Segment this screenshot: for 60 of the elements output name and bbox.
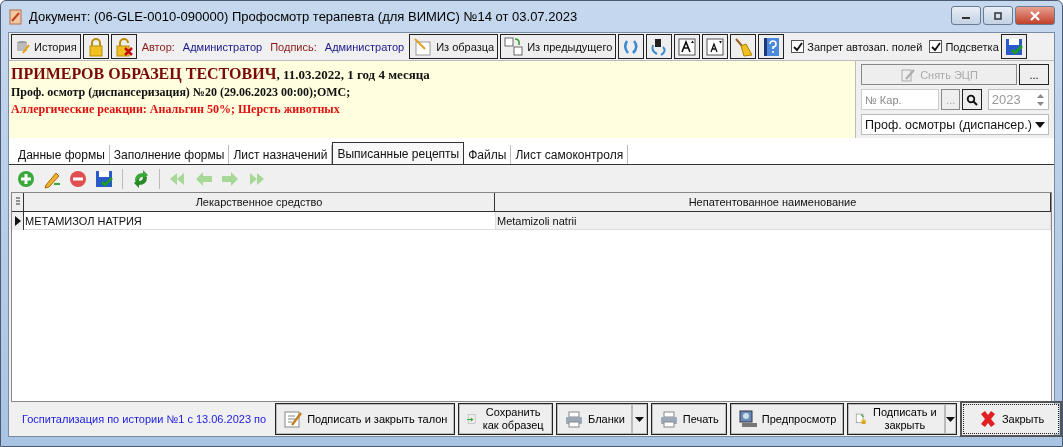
more-button[interactable]: ... [1019, 64, 1049, 85]
allergy-info: Аллергические реакции: Анальгин 50%; Шерсть животных [11, 102, 341, 117]
document-pen-icon [283, 409, 304, 429]
save-icon[interactable] [1000, 34, 1027, 59]
printer-icon [564, 409, 585, 429]
visit-type-dropdown[interactable]: Проф. осмотры (диспансер.) [861, 114, 1049, 135]
signature-pen-icon [900, 66, 917, 83]
visit-info: Проф. осмотр (диспансеризация) №20 (29.06.2023 00:00);ОМС; [11, 85, 352, 100]
from-template-button[interactable]: Из образца [409, 34, 499, 59]
split-button[interactable]: Бланки [557, 404, 632, 434]
font-increase-icon[interactable] [674, 34, 701, 59]
signature-value: Администратор [324, 40, 405, 53]
checkbox[interactable]: Запрет автозап. полей [791, 40, 923, 53]
spin-arrows-icon [1036, 91, 1045, 108]
from-previous-button[interactable]: Из предыдущего [500, 34, 617, 59]
column-header[interactable]: Лекарственное средство [24, 193, 495, 211]
window-title: Документ: (06-GLE-0010-090000) Профосмотр терапевта (для ВИМИС) №14 от 03.07.2023 [29, 9, 578, 24]
action-button[interactable]: Сохранить как образец [459, 404, 553, 434]
column-header[interactable]: Непатентованное наименование [495, 193, 1051, 211]
author-label: Автор: [141, 40, 175, 53]
printer-icon [658, 409, 679, 429]
action-button[interactable]: Предпросмотр [730, 404, 844, 434]
search-icon [966, 93, 979, 106]
dropdown-arrow-icon [634, 416, 644, 422]
monitor-icon [737, 409, 758, 429]
maximize-icon [992, 11, 1004, 20]
split-button[interactable]: Подписать и закрыть [848, 404, 945, 434]
row-indicator[interactable] [12, 212, 24, 230]
card-number-field[interactable]: № Кар. [861, 89, 939, 110]
patient-name: ПРИМЕРОВ ОБРАЗЕЦ ТЕСТОВИЧ [11, 65, 277, 82]
dropdown-arrow-icon [945, 416, 955, 422]
unlock-icon[interactable] [110, 34, 137, 59]
font-decrease-icon[interactable] [702, 34, 729, 59]
notepad-pen-icon [413, 36, 434, 57]
checkbox[interactable]: Подсветка [929, 40, 999, 53]
action-button[interactable]: Подписать и закрыть талон [276, 404, 455, 434]
close-icon [1029, 10, 1041, 21]
broom-icon[interactable] [730, 34, 757, 59]
maximize-button[interactable] [983, 6, 1013, 25]
dropdown-arrow-icon [1035, 121, 1045, 128]
patient-details: , 11.03.2022, 1 год 4 месяца [276, 67, 430, 82]
lock-icon[interactable] [82, 34, 109, 59]
table-cell: МЕТАМИЗОЛ НАТРИЯ [24, 212, 496, 230]
history-button[interactable]: История [11, 34, 81, 59]
table-cell: Metamizoli natrii [496, 212, 1051, 230]
checkmark-icon [792, 41, 803, 52]
signature-label: Подпись: [270, 40, 317, 53]
checkmark-icon [930, 41, 941, 52]
action-button[interactable]: Печать [651, 404, 726, 434]
close-button[interactable] [1015, 6, 1055, 25]
document-icon [8, 8, 24, 25]
database-pen-icon [15, 38, 31, 55]
tab[interactable]: Выписанные рецепты [332, 142, 465, 164]
minimize-button[interactable] [951, 6, 981, 25]
help-icon[interactable] [758, 34, 785, 59]
hospitalization-status: Госпитализация по истории №1 с 13.06.2023 по [22, 413, 267, 425]
author-value: Администратор [182, 40, 263, 53]
dropdown-arrow-button[interactable] [944, 404, 956, 434]
search-button[interactable] [962, 89, 982, 110]
action-button[interactable]: Закрыть [962, 404, 1060, 434]
